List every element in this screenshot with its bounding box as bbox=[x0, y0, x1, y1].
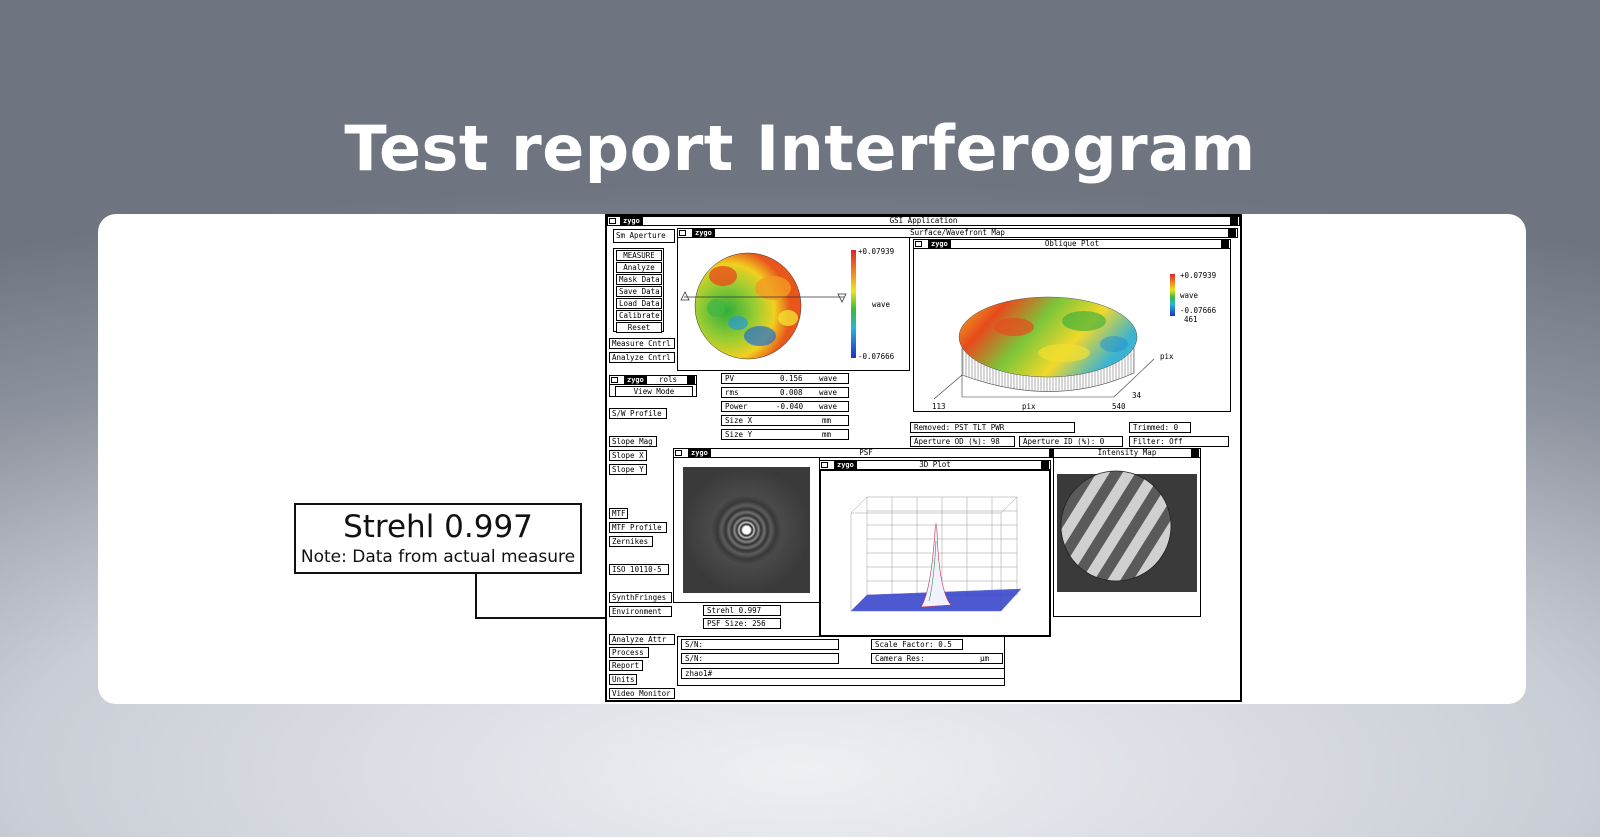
window-menu-icon[interactable] bbox=[675, 450, 682, 456]
psf-title: PSF bbox=[859, 448, 873, 457]
sn-field-1: S/N: bbox=[681, 639, 839, 650]
window-resize-icon[interactable] bbox=[1228, 229, 1236, 237]
strehl-field: Strehl 0.997 bbox=[703, 605, 781, 616]
plot3d-pane bbox=[819, 469, 1051, 637]
oblique-plot-title: Oblique Plot bbox=[1044, 239, 1100, 248]
oblique-y-max: 461 bbox=[1184, 315, 1198, 324]
zygo-logo: zygo bbox=[692, 229, 715, 237]
reset-button[interactable]: Reset bbox=[616, 322, 662, 333]
oblique-scale-max: +0.07939 bbox=[1180, 271, 1217, 280]
psf-pane bbox=[673, 457, 820, 603]
process-button[interactable]: Process bbox=[609, 647, 649, 658]
stat-power-field: Power -0.040 wave bbox=[721, 401, 849, 412]
slope-x-button[interactable]: Slope X bbox=[609, 450, 647, 461]
callout-note: Note: Data from actual measure bbox=[300, 547, 576, 567]
oblique-x-min: 113 bbox=[932, 402, 946, 411]
measure-cntrl-button[interactable]: Measure Cntrl bbox=[609, 338, 675, 349]
oblique-x-label: pix bbox=[1022, 402, 1036, 411]
zernikes-button[interactable]: Zernikes bbox=[609, 536, 653, 547]
oblique-color-scale bbox=[1170, 274, 1175, 316]
aperture-id-field: Aperture ID (%): 0 bbox=[1019, 436, 1123, 447]
window-menu-icon[interactable] bbox=[609, 218, 616, 224]
oblique-plot-pane: +0.07939 wave -0.07666 461 pix 34 113 pi… bbox=[913, 248, 1231, 412]
controls-window-title: rols bbox=[658, 375, 678, 384]
report-button[interactable]: Report bbox=[609, 660, 643, 671]
surface-map-title: Surface/Wavefront Map bbox=[910, 228, 1005, 237]
window-menu-icon[interactable] bbox=[821, 462, 828, 468]
plot3d-surface bbox=[850, 496, 1022, 612]
analyze-cntrl-button[interactable]: Analyze Cntrl bbox=[609, 352, 675, 363]
mask-data-button[interactable]: Mask Data bbox=[616, 274, 662, 285]
sw-profile-button[interactable]: S/W Profile bbox=[609, 408, 667, 419]
surface-color-scale bbox=[851, 250, 856, 358]
psf-size-field: PSF Size: 256 bbox=[703, 618, 781, 629]
window-resize-icon[interactable] bbox=[1230, 217, 1238, 225]
surface-map-pane: +0.07939 wave -0.07666 bbox=[677, 237, 910, 371]
trimmed-field: Trimmed: 0 bbox=[1129, 422, 1191, 433]
oblique-x-max: 540 bbox=[1112, 402, 1126, 411]
zygo-logo: zygo bbox=[928, 240, 951, 248]
intensity-map-title: Intensity Map bbox=[1097, 448, 1157, 457]
measure-button[interactable]: MEASURE bbox=[616, 250, 662, 261]
save-data-button[interactable]: Save Data bbox=[616, 286, 662, 297]
command-prompt[interactable]: zhao1# bbox=[681, 668, 1005, 679]
camera-res-field: Camera Res: µm bbox=[871, 653, 1003, 664]
zygo-logo: zygo bbox=[620, 217, 643, 225]
sn-field-2: S/N: bbox=[681, 653, 839, 664]
iso-10110-button[interactable]: ISO 10110-5 bbox=[609, 564, 669, 575]
slope-y-button[interactable]: Slope Y bbox=[609, 464, 647, 475]
window-resize-icon[interactable] bbox=[687, 376, 695, 384]
synth-fringes-button[interactable]: SynthFringes bbox=[609, 592, 672, 603]
window-resize-icon[interactable] bbox=[1191, 449, 1199, 457]
oblique-scale-min: -0.07666 bbox=[1180, 306, 1217, 315]
stat-size-y-field: Size Y mm bbox=[721, 429, 849, 440]
window-menu-icon[interactable] bbox=[915, 241, 922, 247]
surface-scale-max: +0.07939 bbox=[858, 247, 895, 256]
load-data-button[interactable]: Load Data bbox=[616, 298, 662, 309]
window-menu-icon[interactable] bbox=[679, 230, 686, 236]
strehl-callout: Strehl 0.997 Note: Data from actual meas… bbox=[294, 503, 582, 574]
window-menu-icon[interactable] bbox=[611, 377, 618, 383]
slope-mag-button[interactable]: Slope Mag bbox=[609, 436, 657, 447]
calibrate-button[interactable]: Calibrate bbox=[616, 310, 662, 321]
stat-pv-field: PV 0.156 wave bbox=[721, 373, 849, 384]
window-resize-icon[interactable] bbox=[1221, 240, 1229, 248]
analyze-attr-button[interactable]: Analyze Attr bbox=[609, 634, 675, 645]
aperture-select[interactable]: Sm Aperture bbox=[613, 229, 675, 243]
mtf-button[interactable]: MTF bbox=[609, 508, 628, 519]
intensity-map-pane bbox=[1053, 457, 1201, 617]
filter-field: Filter: Off bbox=[1129, 436, 1229, 447]
aperture-od-field: Aperture OD (%): 98 bbox=[910, 436, 1015, 447]
zygo-logo: zygo bbox=[688, 449, 711, 457]
oblique-scale-unit: wave bbox=[1180, 291, 1199, 300]
surface-scale-min: -0.07666 bbox=[858, 352, 895, 361]
page-title: Test report Interferogram bbox=[344, 112, 1256, 185]
stat-rms-field: rms 0.008 wave bbox=[721, 387, 849, 398]
scale-factor-field: Scale Factor: 0.5 bbox=[871, 639, 963, 650]
surface-scale-unit: wave bbox=[872, 300, 891, 309]
environment-button[interactable]: Environment bbox=[609, 606, 672, 617]
app-title: GSI Application bbox=[889, 216, 958, 225]
zygo-logo: zygo bbox=[834, 461, 857, 469]
plot3d-title: 3D Plot bbox=[919, 460, 951, 469]
video-monitor-button[interactable]: Video Monitor bbox=[609, 688, 675, 699]
zygo-logo: zygo bbox=[624, 376, 647, 384]
callout-leader-vertical bbox=[475, 574, 477, 619]
psf-image bbox=[683, 467, 810, 593]
mtf-profile-button[interactable]: MTF Profile bbox=[609, 522, 667, 533]
window-resize-icon[interactable] bbox=[1041, 461, 1049, 469]
view-mode-button[interactable]: View Mode bbox=[615, 386, 693, 397]
units-button[interactable]: Units bbox=[609, 674, 637, 685]
oblique-y-axis-label: pix bbox=[1160, 352, 1174, 361]
app-title-bar[interactable]: zygo GSI Application bbox=[607, 216, 1240, 226]
gsi-application-window: zygo GSI Application Sm Aperture MEASURE… bbox=[605, 214, 1242, 702]
analyze-button[interactable]: Analyze bbox=[616, 262, 662, 273]
removed-field: Removed: PST TLT PWR bbox=[910, 422, 1075, 433]
stat-size-x-field: Size X mm bbox=[721, 415, 849, 426]
callout-strehl-label: Strehl 0.997 bbox=[343, 509, 533, 545]
intensity-map-image bbox=[1057, 470, 1197, 592]
oblique-y-min: 34 bbox=[1132, 391, 1142, 400]
